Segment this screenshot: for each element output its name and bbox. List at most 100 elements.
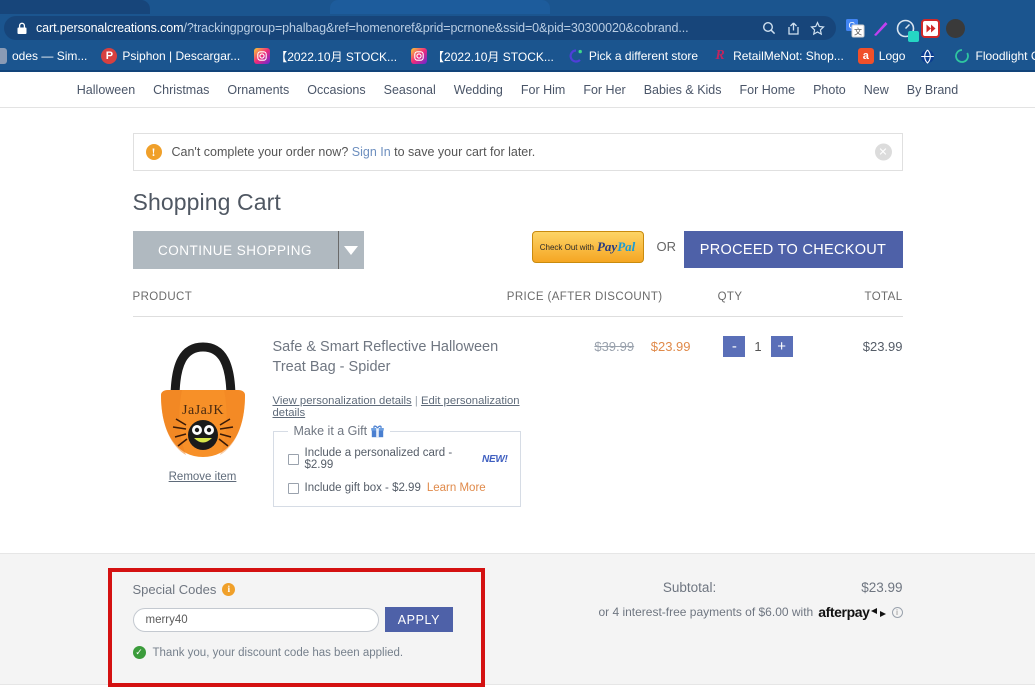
browser-tab-inactive[interactable] [330,0,550,14]
bookmark-item[interactable]: 【2022.10月 STOCK... [247,44,404,68]
pen-highlighter-icon[interactable] [870,18,890,38]
url-text: cart.personalcreations.com/?trackingpgro… [36,21,758,35]
bookmark-favicon [0,48,7,64]
bookmark-item[interactable]: a Logo [851,44,913,68]
nav-item-babies-kids[interactable]: Babies & Kids [644,83,722,97]
nav-item-halloween[interactable]: Halloween [77,83,135,97]
warning-icon: ! [145,144,162,160]
profile-avatar-icon[interactable] [945,18,965,38]
instagram-icon [411,48,428,64]
bookmark-item[interactable] [912,44,947,68]
proceed-to-checkout-button[interactable]: PROCEED TO CHECKOUT [683,231,903,268]
psiphon-icon: P [101,48,118,64]
learn-more-link[interactable]: Learn More [427,482,486,494]
alert-text-before: Can't complete your order now? [171,145,352,159]
column-header-qty: QTY [717,291,743,303]
bookmark-item[interactable]: 【2022.10月 STOCK... [404,44,561,68]
cart-item-row: JaJaJK Remove item Safe & Smart Reflecti… [133,317,903,507]
bookmark-item[interactable]: Floodlight Cam [947,44,1035,68]
continue-shopping-button[interactable]: CONTINUE SHOPPING [132,231,338,269]
special-codes-title: Special Codes [132,582,217,597]
cart-container: ! Can't complete your order now? Sign In… [132,133,903,507]
paypal-logo: PayPal [596,239,636,254]
bookmark-label: Logo [878,49,906,63]
nav-item-seasonal[interactable]: Seasonal [384,83,436,97]
bookmark-label: Psiphon | Descargar... [122,49,241,63]
special-codes-label: Special Codes i [133,582,453,597]
globe-icon [919,48,935,64]
browser-tab-active[interactable] [0,0,150,14]
bookmark-item[interactable]: R RetailMeNot: Shop... [705,44,851,68]
nav-item-new[interactable]: New [864,83,889,97]
check-circle-icon: ✓ [132,646,146,659]
address-bar[interactable]: cart.personalcreations.com/?trackingpgro… [4,16,836,40]
paypal-checkout-button[interactable]: Check Out with PayPal [531,231,644,263]
quantity-stepper: - 1 + [691,335,826,507]
promo-code-input[interactable] [132,607,380,632]
store-icon [568,48,584,64]
ad-block-icon[interactable] [920,18,940,38]
bookmark-item[interactable]: Pick a different store [561,44,705,68]
svg-text:文: 文 [854,26,862,36]
special-codes-section: Special Codes i APPLY ✓ Thank you, your … [132,582,453,659]
halloween-treat-bag-spider-image: JaJaJK [160,342,245,457]
browser-toolbar: cart.personalcreations.com/?trackingpgro… [0,14,1035,42]
checkbox-gift-box[interactable] [287,482,299,494]
url-path: /?trackingpgroup=phalbag&ref=homenoref&p… [183,21,689,35]
nav-item-ornaments[interactable]: Ornaments [227,83,289,97]
nav-item-by-brand[interactable]: By Brand [907,83,958,97]
bookmarks-bar: odes — Sim... P Psiphon | Descargar... 【… [0,42,1035,72]
retailmenot-icon: R [715,48,725,63]
cart-table-header: PRODUCT PRICE (AFTER DISCOUNT) QTY TOTAL [132,291,903,317]
nav-item-christmas[interactable]: Christmas [153,83,209,97]
continue-shopping-dropdown[interactable] [337,231,364,269]
view-personalization-link[interactable]: View personalization details [273,395,412,407]
afterpay-text: or 4 interest-free payments of $6.00 wit… [598,605,814,619]
personalization-links: View personalization details | Edit pers… [273,395,521,419]
afterpay-info-icon[interactable]: i [891,606,903,618]
nav-item-for-home[interactable]: For Home [740,83,796,97]
bookmark-label: Floodlight Cam [975,49,1035,63]
bookmark-label: Pick a different store [588,49,699,63]
make-it-a-gift-box: Make it a Gift Include a personalized ca… [272,424,521,507]
chevron-down-icon [344,245,358,255]
column-header-price: PRICE (AFTER DISCOUNT) [506,291,663,303]
lock-icon [17,22,27,34]
nav-item-photo[interactable]: Photo [813,83,846,97]
signin-alert: ! Can't complete your order now? Sign In… [132,133,903,171]
gift-option-box[interactable]: Include gift box - $2.99 Learn More [287,482,508,494]
bookmark-item[interactable]: P Psiphon | Descargar... [94,44,247,68]
new-badge: NEW! [482,453,508,465]
close-icon[interactable]: ✕ [874,143,892,161]
apply-promo-button[interactable]: APPLY [385,607,453,632]
google-translate-icon[interactable]: G 文 [845,18,865,38]
bookmark-label: 【2022.10月 STOCK... [432,49,554,64]
nav-item-for-her[interactable]: For Her [583,83,625,97]
nav-item-occasions[interactable]: Occasions [307,83,365,97]
page-title: Shopping Cart [132,189,281,215]
quantity-increase-button[interactable]: + [770,336,793,357]
nav-item-wedding[interactable]: Wedding [454,83,503,97]
omnibox-actions [758,17,828,39]
share-icon[interactable] [782,17,804,39]
nav-item-for-him[interactable]: For Him [521,83,565,97]
product-info-column: Safe & Smart Reflective Halloween Treat … [272,335,521,507]
subtotal-value: $23.99 [861,580,903,595]
gift-option-card-label: Include a personalized card - $2.99 [304,447,453,471]
bookmark-item[interactable]: odes — Sim... [0,44,94,68]
bookmark-star-icon[interactable] [806,17,828,39]
checkbox-personalized-card[interactable] [287,453,299,465]
subtotal-row: Subtotal: $23.99 [543,580,903,595]
page-content: Halloween Christmas Ornaments Occasions … [0,72,1035,692]
cart-action-row: CONTINUE SHOPPING Check Out with PayPal … [132,231,903,269]
special-codes-row: APPLY [132,607,453,632]
speed-dial-icon[interactable] [895,18,919,42]
sign-in-link[interactable]: Sign In [352,145,391,159]
gift-box-legend: Make it a Gift [287,424,391,438]
info-icon[interactable]: i [222,583,236,596]
product-price-column: $39.99 $23.99 [521,335,690,507]
quantity-decrease-button[interactable]: - [723,336,746,357]
search-icon[interactable] [758,17,780,39]
gift-option-card[interactable]: Include a personalized card - $2.99 NEW! [287,447,508,471]
remove-item-link[interactable]: Remove item [169,471,237,483]
